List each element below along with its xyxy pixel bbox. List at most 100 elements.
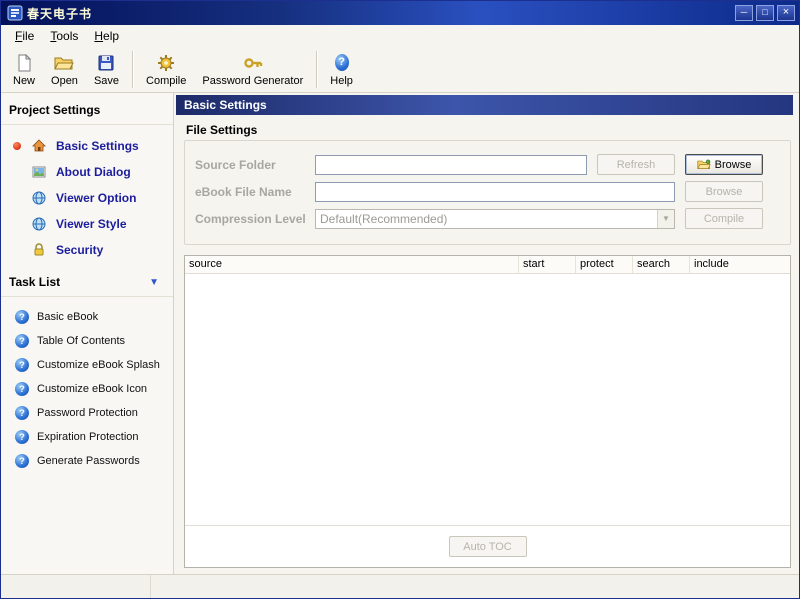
project-settings-list: Basic Settings About Dialog Viewer Optio… bbox=[1, 125, 173, 267]
task-item-label: Basic eBook bbox=[37, 311, 98, 323]
maximize-button[interactable]: □ bbox=[756, 5, 774, 21]
toolbar-separator bbox=[316, 51, 317, 88]
toolbar: New Open Save Compile Password Generato bbox=[1, 47, 799, 93]
sidebar-item-label: Basic Settings bbox=[56, 139, 139, 153]
task-item-customize-ebook-splash[interactable]: ? Customize eBook Splash bbox=[1, 353, 173, 377]
menu-help[interactable]: Help bbox=[86, 26, 127, 46]
main-panel: Basic Settings File Settings Source Fold… bbox=[174, 93, 799, 574]
task-help-icon: ? bbox=[15, 406, 29, 420]
new-button[interactable]: New bbox=[5, 47, 43, 92]
table-header-row: source start protect search include bbox=[185, 256, 790, 274]
home-icon bbox=[31, 138, 48, 154]
folder-icon bbox=[697, 159, 711, 170]
column-header-start[interactable]: start bbox=[519, 256, 576, 273]
help-button[interactable]: ? Help bbox=[322, 47, 361, 92]
picture-icon bbox=[31, 164, 48, 180]
compression-level-value: Default(Recommended) bbox=[316, 212, 657, 226]
key-icon bbox=[243, 53, 263, 73]
file-settings-group: Source Folder Refresh Browse eBook File … bbox=[184, 140, 791, 245]
menubar: File Tools Help bbox=[1, 25, 799, 47]
task-item-generate-passwords[interactable]: ? Generate Passwords bbox=[1, 449, 173, 473]
task-help-icon: ? bbox=[15, 334, 29, 348]
task-help-icon: ? bbox=[15, 310, 29, 324]
compile-gear-icon bbox=[157, 53, 175, 73]
minimize-button[interactable]: ─ bbox=[735, 5, 753, 21]
open-button-label: Open bbox=[51, 75, 78, 87]
browse-ebook-button[interactable]: Browse bbox=[685, 181, 763, 202]
help-button-label: Help bbox=[330, 75, 353, 87]
status-bar bbox=[1, 574, 799, 598]
sidebar-item-label: Security bbox=[56, 243, 103, 257]
content-area: Project Settings Basic Settings About Di… bbox=[1, 93, 799, 574]
task-item-password-protection[interactable]: ? Password Protection bbox=[1, 401, 173, 425]
compile-button[interactable]: Compile bbox=[138, 47, 194, 92]
task-item-customize-ebook-icon[interactable]: ? Customize eBook Icon bbox=[1, 377, 173, 401]
save-button[interactable]: Save bbox=[86, 47, 127, 92]
task-help-icon: ? bbox=[15, 358, 29, 372]
sidebar-item-about-dialog[interactable]: About Dialog bbox=[1, 159, 173, 185]
task-list-header-label: Task List bbox=[9, 275, 60, 289]
sidebar-item-basic-settings[interactable]: Basic Settings bbox=[1, 133, 173, 159]
new-document-icon bbox=[17, 53, 32, 73]
ebook-file-name-row: eBook File Name Browse bbox=[195, 181, 780, 202]
column-header-protect[interactable]: protect bbox=[576, 256, 633, 273]
task-item-basic-ebook[interactable]: ? Basic eBook bbox=[1, 305, 173, 329]
file-settings-group-title: File Settings bbox=[186, 123, 793, 137]
status-cell bbox=[1, 575, 151, 598]
task-list-header[interactable]: Task List ▼ bbox=[1, 267, 173, 297]
sidebar-item-security[interactable]: Security bbox=[1, 237, 173, 263]
task-item-expiration-protection[interactable]: ? Expiration Protection bbox=[1, 425, 173, 449]
save-button-label: Save bbox=[94, 75, 119, 87]
selected-indicator-icon bbox=[13, 142, 21, 150]
sidebar-item-viewer-style[interactable]: Viewer Style bbox=[1, 211, 173, 237]
project-settings-header-label: Project Settings bbox=[9, 103, 100, 117]
password-generator-button[interactable]: Password Generator bbox=[194, 47, 311, 92]
toolbar-separator bbox=[132, 51, 133, 88]
window-title: 春天电子书 bbox=[27, 5, 732, 22]
column-header-search[interactable]: search bbox=[633, 256, 690, 273]
chevron-down-icon: ▼ bbox=[657, 210, 674, 228]
panel-title: Basic Settings bbox=[176, 95, 793, 115]
ebook-file-name-label: eBook File Name bbox=[195, 185, 315, 199]
task-item-label: Customize eBook Splash bbox=[37, 359, 160, 371]
task-item-label: Table Of Contents bbox=[37, 335, 125, 347]
menu-file[interactable]: File bbox=[7, 26, 42, 46]
open-button[interactable]: Open bbox=[43, 47, 86, 92]
lock-icon bbox=[31, 242, 48, 258]
compression-level-select[interactable]: Default(Recommended) ▼ bbox=[315, 209, 675, 229]
new-button-label: New bbox=[13, 75, 35, 87]
sidebar-item-viewer-option[interactable]: Viewer Option bbox=[1, 185, 173, 211]
project-settings-header: Project Settings bbox=[1, 95, 173, 125]
source-folder-row: Source Folder Refresh Browse bbox=[195, 154, 780, 175]
menu-tools[interactable]: Tools bbox=[42, 26, 86, 46]
auto-toc-button[interactable]: Auto TOC bbox=[449, 536, 527, 557]
save-disk-icon bbox=[98, 53, 114, 73]
task-item-label: Generate Passwords bbox=[37, 455, 140, 467]
selected-indicator-icon bbox=[13, 168, 21, 176]
globe-icon bbox=[31, 216, 48, 232]
browse-source-button[interactable]: Browse bbox=[685, 154, 763, 175]
source-folder-input[interactable] bbox=[315, 155, 587, 175]
close-button[interactable]: × bbox=[777, 5, 795, 21]
task-help-icon: ? bbox=[15, 382, 29, 396]
sidebar: Project Settings Basic Settings About Di… bbox=[1, 93, 174, 574]
compile-action-button[interactable]: Compile bbox=[685, 208, 763, 229]
sidebar-item-label: Viewer Style bbox=[56, 217, 127, 231]
column-header-source[interactable]: source bbox=[185, 256, 519, 273]
selected-indicator-icon bbox=[13, 220, 21, 228]
chevron-down-icon: ▼ bbox=[149, 277, 165, 288]
ebook-file-name-input[interactable] bbox=[315, 182, 675, 202]
task-item-table-of-contents[interactable]: ? Table Of Contents bbox=[1, 329, 173, 353]
task-item-label: Expiration Protection bbox=[37, 431, 139, 443]
selected-indicator-icon bbox=[13, 246, 21, 254]
column-header-include[interactable]: include bbox=[690, 256, 790, 273]
task-help-icon: ? bbox=[15, 454, 29, 468]
refresh-button[interactable]: Refresh bbox=[597, 154, 675, 175]
password-generator-button-label: Password Generator bbox=[202, 75, 303, 87]
source-folder-label: Source Folder bbox=[195, 158, 315, 172]
titlebar: 春天电子书 ─ □ × bbox=[1, 1, 799, 25]
browse-source-button-label: Browse bbox=[715, 159, 752, 171]
table-body-empty[interactable] bbox=[185, 274, 790, 525]
source-files-table: source start protect search include Auto… bbox=[184, 255, 791, 568]
compression-level-row: Compression Level Default(Recommended) ▼… bbox=[195, 208, 780, 229]
